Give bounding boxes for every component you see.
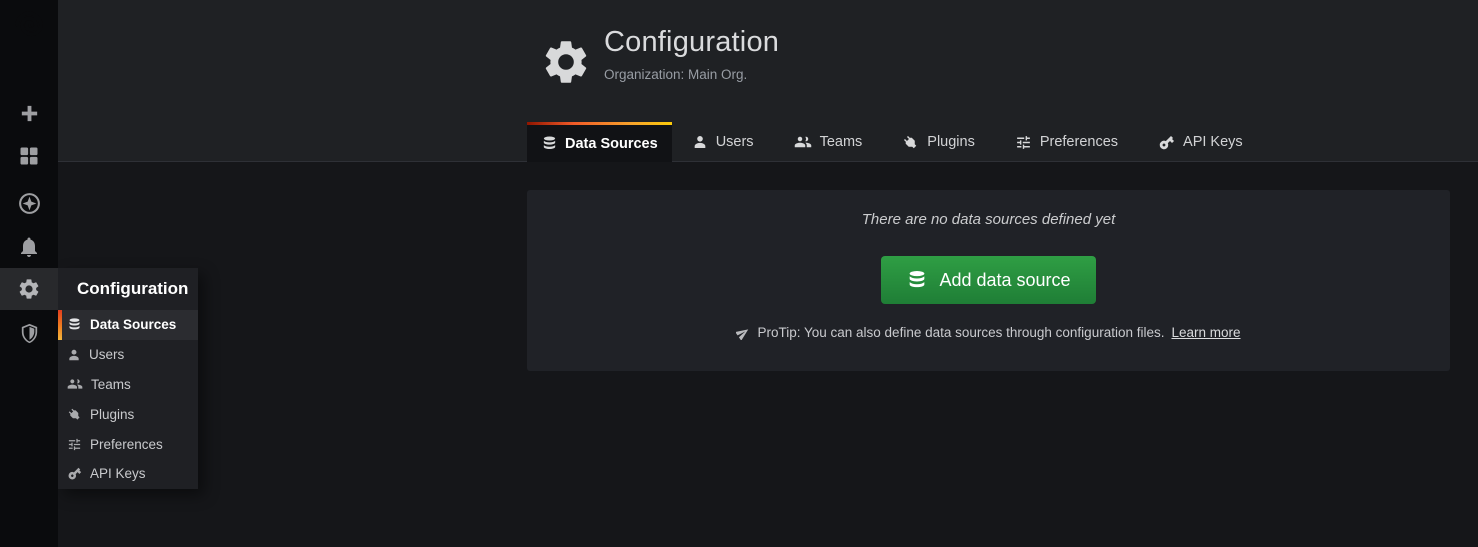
flyout-item-users[interactable]: Users bbox=[58, 340, 198, 370]
page-title: Configuration bbox=[604, 26, 779, 59]
data-sources-panel: There are no data sources defined yet Ad… bbox=[527, 190, 1450, 371]
sidebar-item-server-admin[interactable] bbox=[0, 311, 58, 355]
flyout-item-label: Preferences bbox=[90, 437, 163, 452]
user-icon bbox=[67, 348, 81, 362]
sidebar-item-alerting[interactable] bbox=[0, 225, 58, 269]
flyout-item-label: API Keys bbox=[90, 466, 146, 481]
flyout-item-plugins[interactable]: Plugins bbox=[58, 399, 198, 429]
tab-preferences[interactable]: Preferences bbox=[995, 122, 1138, 162]
flyout-item-api-keys[interactable]: API Keys bbox=[58, 459, 198, 489]
tab-bar: Data Sources Users Teams Plugins Prefere… bbox=[527, 122, 1263, 162]
configuration-flyout-menu: Configuration Data Sources Users Teams P… bbox=[58, 268, 198, 489]
add-data-source-button[interactable]: Add data source bbox=[881, 256, 1095, 304]
tab-data-sources[interactable]: Data Sources bbox=[527, 122, 672, 162]
plug-icon bbox=[902, 134, 919, 151]
flyout-item-data-sources[interactable]: Data Sources bbox=[58, 310, 198, 340]
plug-icon bbox=[67, 407, 82, 422]
tab-users[interactable]: Users bbox=[672, 122, 774, 162]
compass-icon bbox=[17, 191, 42, 216]
database-icon bbox=[67, 317, 82, 332]
tab-plugins[interactable]: Plugins bbox=[882, 122, 995, 162]
database-icon bbox=[906, 269, 928, 291]
database-icon bbox=[541, 135, 558, 152]
protip-row: ProTip: You can also define data sources… bbox=[527, 325, 1450, 340]
main-content: Configuration Organization: Main Org. Da… bbox=[58, 0, 1478, 547]
tab-teams[interactable]: Teams bbox=[774, 122, 883, 162]
shield-icon bbox=[18, 322, 41, 345]
flyout-item-preferences[interactable]: Preferences bbox=[58, 429, 198, 459]
tab-label: Plugins bbox=[927, 134, 975, 150]
flyout-item-label: Plugins bbox=[90, 407, 134, 422]
side-menu bbox=[0, 0, 58, 547]
tab-label: Users bbox=[716, 134, 754, 150]
learn-more-link[interactable]: Learn more bbox=[1171, 325, 1240, 340]
rocket-icon bbox=[736, 326, 750, 340]
sliders-icon bbox=[1015, 134, 1032, 151]
flyout-title[interactable]: Configuration bbox=[58, 268, 198, 310]
tab-api-keys[interactable]: API Keys bbox=[1138, 122, 1263, 162]
key-icon bbox=[1158, 134, 1175, 151]
key-icon bbox=[67, 466, 82, 481]
apps-icon bbox=[17, 144, 41, 168]
plus-icon bbox=[18, 102, 41, 125]
protip-text: ProTip: You can also define data sources… bbox=[757, 325, 1164, 340]
add-data-source-label: Add data source bbox=[939, 270, 1070, 291]
users-icon bbox=[794, 133, 812, 151]
sidebar-item-explore[interactable] bbox=[0, 181, 58, 225]
empty-state-message: There are no data sources defined yet bbox=[527, 190, 1450, 228]
users-icon bbox=[67, 376, 83, 392]
tab-label: Data Sources bbox=[565, 136, 658, 152]
tab-label: Teams bbox=[820, 134, 863, 150]
tab-label: API Keys bbox=[1183, 134, 1243, 150]
page-subtitle: Organization: Main Org. bbox=[604, 67, 747, 82]
flyout-item-teams[interactable]: Teams bbox=[58, 370, 198, 400]
grafana-logo-icon bbox=[9, 5, 49, 45]
bell-icon bbox=[17, 235, 41, 259]
flyout-item-label: Users bbox=[89, 347, 124, 362]
flyout-item-label: Teams bbox=[91, 377, 131, 392]
gear-icon bbox=[540, 36, 592, 88]
sidebar-item-create[interactable] bbox=[0, 91, 58, 135]
flyout-item-label: Data Sources bbox=[90, 317, 176, 332]
grafana-logo[interactable] bbox=[0, 2, 58, 48]
gear-icon bbox=[17, 277, 41, 301]
sidebar-item-dashboards[interactable] bbox=[0, 134, 58, 178]
sidebar-item-configuration[interactable] bbox=[0, 268, 58, 310]
user-icon bbox=[692, 134, 708, 150]
sliders-icon bbox=[67, 437, 82, 452]
tab-label: Preferences bbox=[1040, 134, 1118, 150]
